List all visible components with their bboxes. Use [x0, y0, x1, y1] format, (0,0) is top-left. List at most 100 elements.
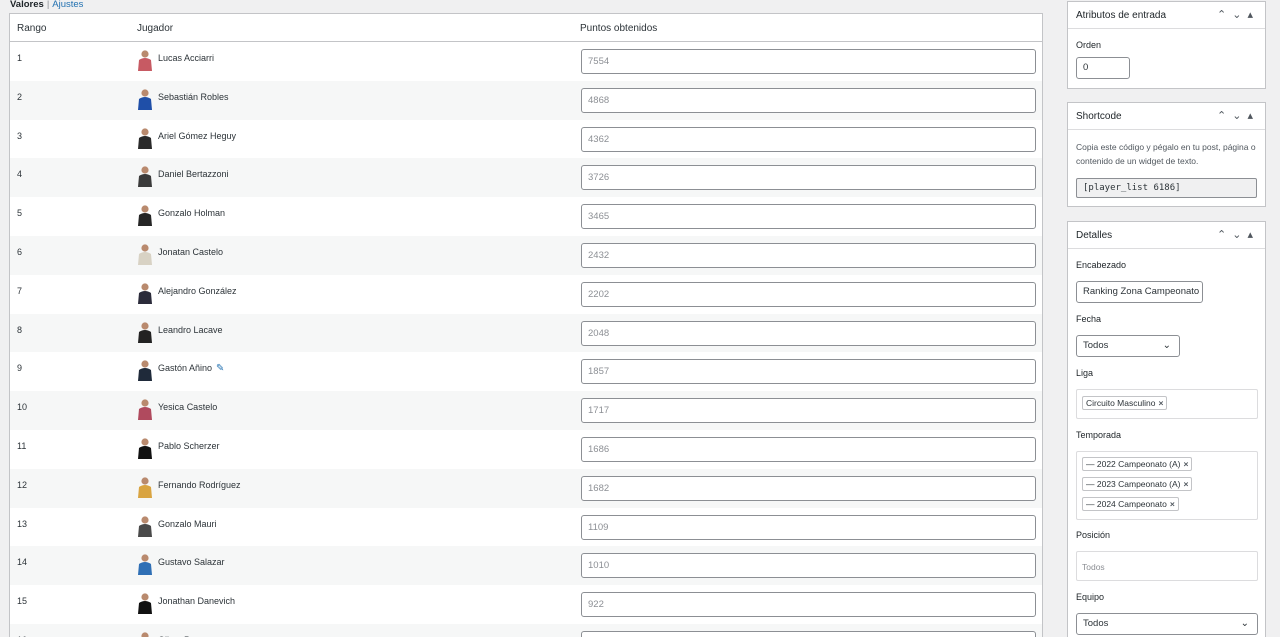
attributes-panel-title: Atributos de entrada	[1076, 10, 1167, 21]
remove-token-icon[interactable]: ×	[1170, 499, 1175, 509]
player-name[interactable]: Jonatan Castelo	[158, 247, 223, 257]
date-select-value: Todos	[1083, 340, 1109, 351]
points-input[interactable]: 4362	[581, 126, 1036, 152]
points-input[interactable]: 2048	[581, 320, 1036, 346]
player-name-text: Fernando Rodríguez	[158, 479, 241, 490]
collapse-icon[interactable]: ▴	[1247, 229, 1259, 241]
table-row: 3 Ariel Gómez Heguy 4362	[10, 119, 1042, 159]
team-label: Equipo	[1076, 592, 1105, 602]
player-avatar	[136, 359, 154, 382]
league-multiselect[interactable]: Circuito Masculino ×	[1076, 389, 1258, 419]
player-name-text: Lucas Acciarri	[158, 53, 215, 63]
move-down-icon[interactable]: ⌄	[1232, 110, 1247, 122]
tab-settings[interactable]: Ajustes	[52, 0, 83, 10]
player-avatar	[136, 204, 154, 227]
player-name[interactable]: Gustavo Salazar	[158, 557, 225, 567]
player-name[interactable]: Leandro Lacave	[158, 325, 223, 335]
points-input[interactable]: 3726	[581, 165, 1036, 191]
player-values-table: Rango Jugador Puntos obtenidos 1 Lucas Ac…	[9, 13, 1043, 637]
remove-token-icon[interactable]: ×	[1184, 479, 1189, 489]
heading-input[interactable]: Ranking Zona Campeonato	[1076, 281, 1203, 303]
points-input[interactable]: 1010	[581, 553, 1036, 579]
player-avatar	[136, 553, 154, 576]
points-input[interactable]: 1682	[581, 475, 1036, 501]
player-name-text: Gustavo Salazar	[158, 557, 225, 568]
position-multiselect[interactable]: Todos	[1076, 551, 1258, 581]
player-name-text: Pablo Scherzer	[158, 441, 220, 451]
league-token: Circuito Masculino ×	[1082, 396, 1168, 410]
player-name[interactable]: Gonzalo Mauri	[158, 519, 217, 529]
chevron-down-icon: ⌄	[1240, 618, 1249, 629]
rank-cell: 14	[17, 557, 28, 568]
table-row: 4 Daniel Bertazzoni 3726	[10, 158, 1042, 198]
token-label: Circuito Masculino	[1086, 398, 1156, 408]
points-input[interactable]: 2432	[581, 243, 1036, 268]
shortcode-panel-header[interactable]: Shortcode ⌃⌄▴	[1068, 103, 1265, 130]
player-name-text: Ariel Gómez Heguy	[158, 130, 237, 141]
table-header: Rango Jugador Puntos obtenidos	[10, 14, 1042, 42]
table-row: 15 Jonathan Danevich 922	[10, 585, 1042, 624]
player-name-text: Gonzalo Mauri	[158, 518, 217, 529]
player-name[interactable]: Sebastián Robles	[158, 92, 229, 102]
player-name-text: Jonatan Castelo	[158, 247, 224, 257]
attributes-panel: Atributos de entrada ⌃⌄▴ Orden 0	[1067, 1, 1266, 89]
move-down-icon[interactable]: ⌄	[1232, 9, 1247, 21]
chevron-down-icon: ⌄	[1162, 340, 1171, 351]
player-name[interactable]: Daniel Bertazzoni	[158, 169, 229, 179]
move-down-icon[interactable]: ⌄	[1232, 229, 1247, 241]
tab-separator: |	[46, 0, 50, 10]
shortcode-field[interactable]: [player_list 6186]	[1076, 178, 1257, 198]
league-label: Liga	[1076, 368, 1094, 378]
rank-cell: 10	[17, 402, 28, 413]
remove-token-icon[interactable]: ×	[1158, 398, 1163, 408]
season-multiselect[interactable]: — 2022 Campeonato (A) × — 2023 Campeonato…	[1076, 451, 1258, 520]
date-select[interactable]: Todos ⌄	[1076, 335, 1180, 357]
player-name[interactable]: Lucas Acciarri	[158, 53, 214, 63]
player-name[interactable]: Ariel Gómez Heguy	[158, 131, 236, 141]
points-input[interactable]: 4868	[581, 87, 1036, 113]
player-name[interactable]: Pablo Scherzer	[158, 441, 220, 451]
points-input[interactable]: 2202	[581, 281, 1036, 307]
details-panel-header[interactable]: Detalles ⌃⌄▴	[1068, 222, 1265, 249]
table-row: 9 Gastón Añino ✎ 1857	[10, 352, 1042, 392]
player-name[interactable]: Fernando Rodríguez	[158, 480, 241, 490]
player-name[interactable]: Gastón Añino ✎	[158, 363, 224, 374]
move-up-icon[interactable]: ⌃	[1217, 110, 1232, 122]
rank-cell: 9	[17, 363, 23, 374]
points-input[interactable]: 7554	[581, 49, 1036, 74]
points-input[interactable]: 1857	[581, 359, 1036, 385]
player-name-text: Sebastián Robles	[158, 91, 229, 102]
table-row: 8 Leandro Lacave 2048	[10, 313, 1042, 353]
rank-cell: 6	[17, 247, 23, 257]
rank-cell: 3	[17, 130, 23, 141]
position-placeholder: Todos	[1082, 562, 1105, 572]
collapse-icon[interactable]: ▴	[1247, 110, 1259, 122]
order-input[interactable]: 0	[1076, 57, 1130, 79]
table-row: 5 Gonzalo Holman 3465	[10, 197, 1042, 236]
token-label: — 2024 Campeonato	[1086, 499, 1167, 509]
season-token: — 2023 Campeonato (A) ×	[1082, 477, 1193, 491]
player-name-text: Gastón Añino	[158, 363, 213, 374]
points-input[interactable]: 1717	[581, 398, 1036, 424]
tab-values[interactable]: Valores	[10, 0, 44, 10]
collapse-icon[interactable]: ▴	[1247, 9, 1259, 21]
points-input[interactable]: 1109	[581, 514, 1036, 540]
points-input[interactable]: 3465	[581, 204, 1036, 230]
player-avatar	[136, 437, 154, 459]
player-name-text: Daniel Bertazzoni	[158, 169, 229, 180]
player-name[interactable]: Jonathan Danevich	[158, 596, 235, 606]
pencil-icon[interactable]: ✎	[216, 363, 224, 374]
team-select[interactable]: Todos ⌄	[1076, 613, 1258, 635]
points-input[interactable]	[581, 631, 1036, 637]
move-up-icon[interactable]: ⌃	[1217, 9, 1232, 21]
attributes-panel-header[interactable]: Atributos de entrada ⌃⌄▴	[1068, 2, 1265, 29]
points-input[interactable]: 922	[581, 592, 1036, 618]
move-up-icon[interactable]: ⌃	[1217, 229, 1232, 241]
position-label: Posición	[1076, 530, 1111, 540]
points-input[interactable]: 1686	[581, 437, 1036, 462]
player-name[interactable]: Alejandro González	[158, 286, 237, 296]
player-name[interactable]: Yesica Castelo	[158, 402, 217, 412]
player-name[interactable]: Gonzalo Holman	[158, 208, 225, 218]
player-avatar	[136, 49, 154, 71]
remove-token-icon[interactable]: ×	[1184, 459, 1189, 469]
